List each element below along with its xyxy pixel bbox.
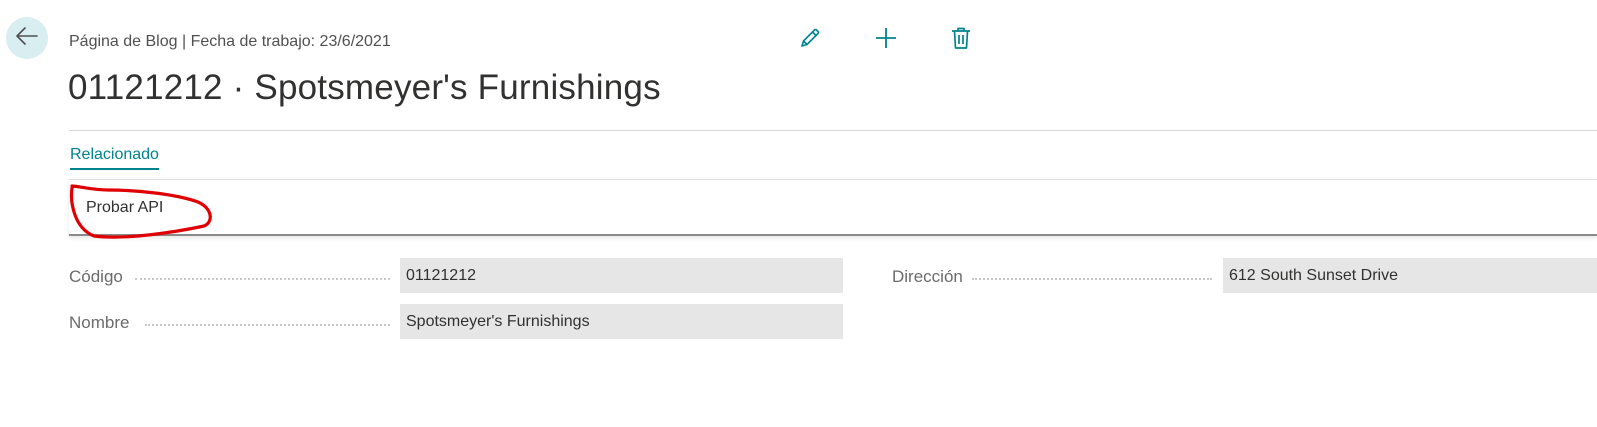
- delete-button[interactable]: [948, 27, 974, 53]
- codigo-field[interactable]: 01121212: [400, 258, 843, 293]
- nombre-dots: [145, 322, 390, 326]
- page-title: 01121212 · Spotsmeyer's Furnishings: [68, 68, 661, 107]
- breadcrumb: Página de Blog | Fecha de trabajo: 23/6/…: [69, 33, 391, 50]
- header-divider: [69, 130, 1597, 131]
- pencil-icon: [799, 27, 821, 54]
- new-button[interactable]: [873, 27, 899, 53]
- action-panel: Probar API: [69, 179, 1597, 236]
- edit-button[interactable]: [797, 27, 823, 53]
- direccion-field[interactable]: 612 South Sunset Drive: [1223, 258, 1597, 293]
- arrow-left-icon: [15, 26, 39, 51]
- codigo-dots: [135, 276, 390, 280]
- record-card-page: Página de Blog | Fecha de trabajo: 23/6/…: [0, 0, 1597, 427]
- trash-icon: [951, 27, 971, 54]
- tab-related[interactable]: Relacionado: [70, 146, 159, 170]
- nombre-field[interactable]: Spotsmeyer's Furnishings: [400, 304, 843, 339]
- direccion-dots: [972, 276, 1212, 280]
- codigo-label: Código: [69, 267, 123, 286]
- nombre-label: Nombre: [69, 313, 130, 332]
- plus-icon: [875, 27, 897, 54]
- direccion-label: Dirección: [892, 267, 963, 286]
- probar-api-action[interactable]: Probar API: [86, 199, 163, 217]
- back-button[interactable]: [6, 17, 48, 59]
